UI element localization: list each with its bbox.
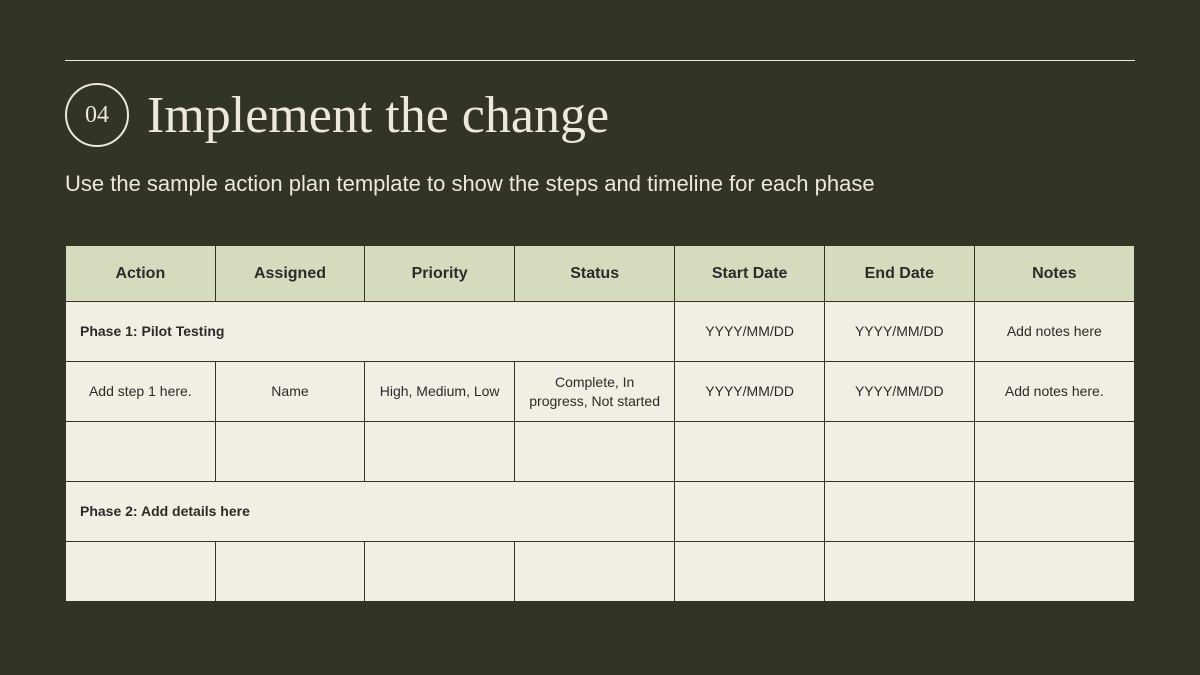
slide-number-circle: 04: [65, 83, 129, 147]
empty-cell: [215, 542, 365, 602]
empty-cell: [974, 422, 1134, 482]
table-row: Phase 1: Pilot Testing YYYY/MM/DD YYYY/M…: [66, 302, 1135, 362]
col-header-priority: Priority: [365, 246, 515, 302]
step1-start: YYYY/MM/DD: [675, 362, 825, 422]
empty-cell: [824, 422, 974, 482]
step1-status: Complete, In progress, Not started: [514, 362, 674, 422]
empty-cell: [824, 482, 974, 542]
empty-cell: [215, 422, 365, 482]
phase1-start: YYYY/MM/DD: [675, 302, 825, 362]
empty-cell: [514, 542, 674, 602]
table-row: [66, 542, 1135, 602]
empty-cell: [675, 482, 825, 542]
table-header-row: Action Assigned Priority Status Start Da…: [66, 246, 1135, 302]
empty-cell: [675, 542, 825, 602]
col-header-status: Status: [514, 246, 674, 302]
col-header-notes: Notes: [974, 246, 1134, 302]
action-plan-table: Action Assigned Priority Status Start Da…: [65, 245, 1135, 602]
step1-assigned: Name: [215, 362, 365, 422]
step1-priority: High, Medium, Low: [365, 362, 515, 422]
step1-end: YYYY/MM/DD: [824, 362, 974, 422]
col-header-action: Action: [66, 246, 216, 302]
table-row: Add step 1 here. Name High, Medium, Low …: [66, 362, 1135, 422]
title-row: 04 Implement the change: [65, 83, 1135, 147]
page-title: Implement the change: [147, 86, 609, 145]
step1-action: Add step 1 here.: [66, 362, 216, 422]
step1-notes: Add notes here.: [974, 362, 1134, 422]
empty-cell: [974, 482, 1134, 542]
subtitle: Use the sample action plan template to s…: [65, 171, 1135, 197]
empty-cell: [824, 542, 974, 602]
col-header-end: End Date: [824, 246, 974, 302]
empty-cell: [514, 422, 674, 482]
phase1-notes: Add notes here: [974, 302, 1134, 362]
table-row: Phase 2: Add details here: [66, 482, 1135, 542]
empty-cell: [66, 422, 216, 482]
empty-cell: [365, 542, 515, 602]
table-row: [66, 422, 1135, 482]
empty-cell: [66, 542, 216, 602]
slide-number: 04: [85, 102, 109, 129]
col-header-start: Start Date: [675, 246, 825, 302]
empty-cell: [365, 422, 515, 482]
top-rule: [65, 60, 1135, 61]
empty-cell: [675, 422, 825, 482]
empty-cell: [974, 542, 1134, 602]
phase1-end: YYYY/MM/DD: [824, 302, 974, 362]
phase2-label: Phase 2: Add details here: [66, 482, 675, 542]
phase1-label: Phase 1: Pilot Testing: [66, 302, 675, 362]
col-header-assigned: Assigned: [215, 246, 365, 302]
